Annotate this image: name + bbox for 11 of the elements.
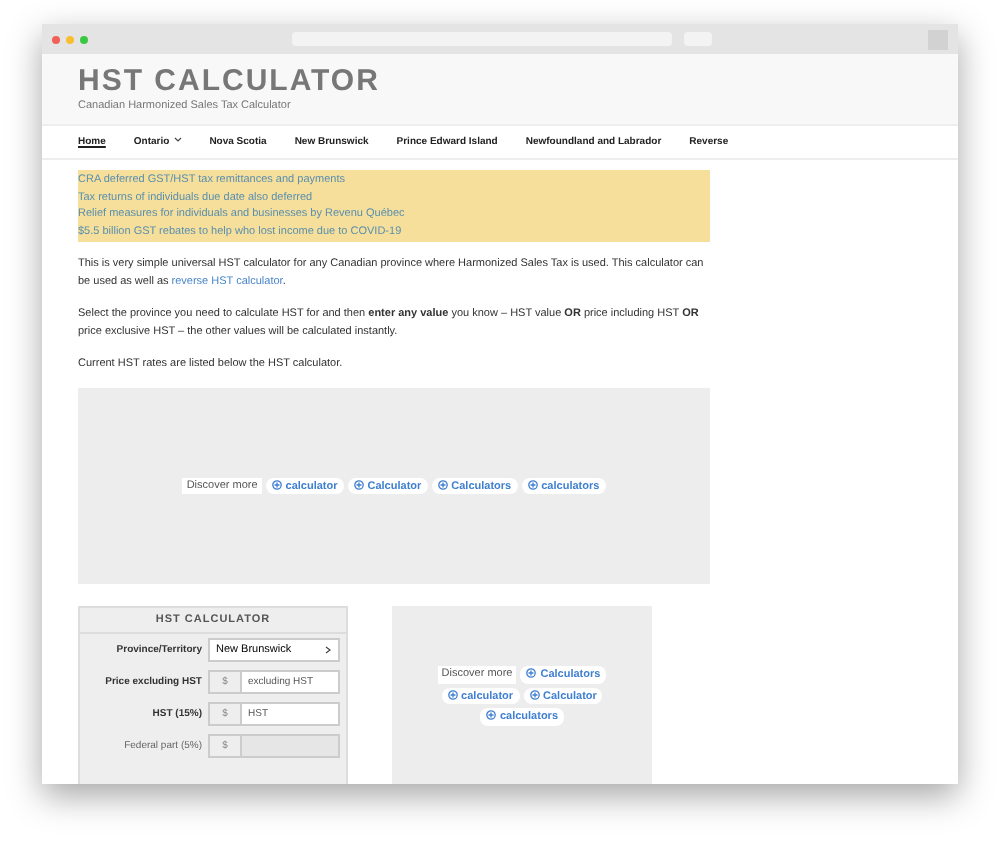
plus-circle-icon bbox=[437, 479, 448, 490]
caret-icon bbox=[324, 646, 332, 654]
plus-circle-icon bbox=[527, 479, 538, 490]
site-title: HST CALCULATOR bbox=[78, 64, 382, 100]
caret-icon bbox=[173, 136, 182, 144]
plus-circle-icon bbox=[485, 710, 496, 721]
plus-circle-icon bbox=[353, 479, 364, 490]
plus-circle-icon bbox=[529, 689, 540, 700]
plus-circle-icon bbox=[271, 479, 282, 490]
plus-circle-icon bbox=[526, 668, 537, 679]
plus-circle-icon bbox=[447, 689, 458, 700]
